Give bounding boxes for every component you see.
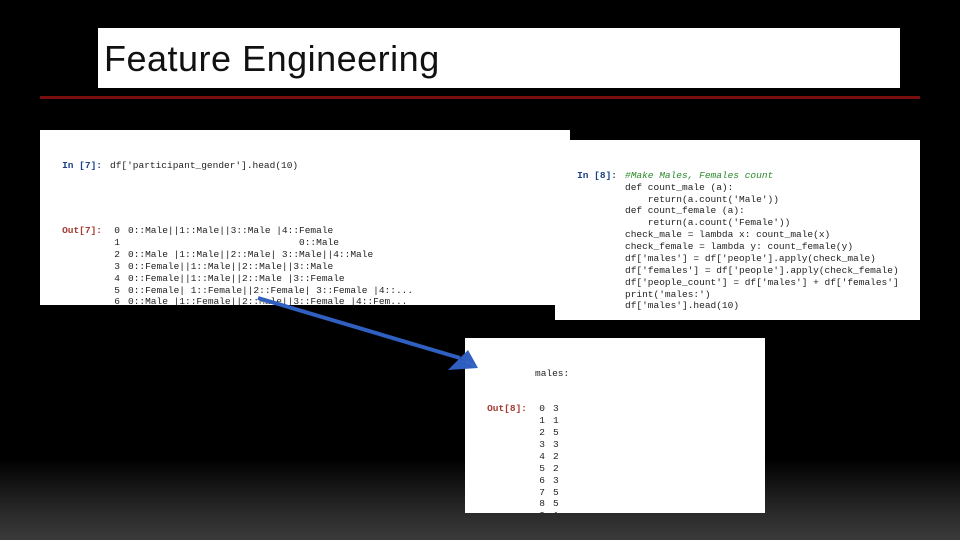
row-index: 7 (535, 487, 553, 499)
output-row: 40::Female||1::Male||2::Male |3::Female (48, 273, 562, 285)
in-prompt: In [7]: (48, 160, 110, 172)
code-line: return(a.count('Female')) (563, 217, 912, 229)
code-text: df['females'] = df['people'].apply(check… (625, 265, 912, 277)
output-row: 85 (473, 498, 757, 510)
row-value: 2 (553, 463, 757, 475)
row-value: 3 (553, 403, 757, 415)
print-line: males: (535, 368, 757, 380)
output-row: 75 (473, 487, 757, 499)
output-row: 25 (473, 427, 757, 439)
row-value: 0::Male |1::Female||2::Male||3::Female |… (128, 296, 562, 305)
output-row: 60::Male |1::Female||2::Male||3::Female … (48, 296, 562, 305)
output-row: Out[8]:03 (473, 403, 757, 415)
code-line: df['people_count'] = df['males'] + df['f… (563, 277, 912, 289)
notebook-cell-left: In [7]: df['participant_gender'].head(10… (40, 130, 570, 305)
notebook-cell-right-out: males: Out[8]:03112533425263758591 Name:… (465, 338, 765, 513)
row-value: 0::Female||1::Male||2::Male |3::Female (128, 273, 562, 285)
code-text: df['people_count'] = df['males'] + df['f… (625, 277, 912, 289)
output-row: 11 (473, 415, 757, 427)
output-row: 52 (473, 463, 757, 475)
in-prompt: In [8]: (563, 170, 625, 182)
row-index: 1 (535, 415, 553, 427)
row-value: 3 (553, 439, 757, 451)
code-line: def count_male (a): (563, 182, 912, 194)
code-text: def count_male (a): (625, 182, 912, 194)
output-row: 1 0::Male (48, 237, 562, 249)
code-line: check_female = lambda y: count_female(y) (563, 241, 912, 253)
notebook-cell-right-in: In [8]:#Make Males, Females countdef cou… (555, 140, 920, 320)
code-text: print('males:') (625, 289, 912, 301)
code-line: df['females'] = df['people'].apply(check… (563, 265, 912, 277)
row-value: 5 (553, 498, 757, 510)
code-text: df['males'].head(10) (625, 300, 912, 312)
output-row: 63 (473, 475, 757, 487)
code-line: df['males'] = df['people'].apply(check_m… (563, 253, 912, 265)
print-row: males: (473, 368, 757, 380)
row-index: 0 (110, 225, 128, 237)
row-index: 4 (110, 273, 128, 285)
code-text: return(a.count('Male')) (625, 194, 912, 206)
row-value: 0::Male||1::Male||3::Male |4::Female (128, 225, 562, 237)
row-index: 8 (535, 498, 553, 510)
code-text: df['males'] = df['people'].apply(check_m… (625, 253, 912, 265)
output-row: 33 (473, 439, 757, 451)
output-row: 30::Female||1::Male||2::Male||3::Male (48, 261, 562, 273)
code-text: check_male = lambda x: count_male(x) (625, 229, 912, 241)
slide: Feature Engineering In [7]: df['particip… (0, 0, 960, 540)
out-prompt: Out[8]: (473, 403, 535, 415)
row-value: 0::Female| 1::Female||2::Female| 3::Fema… (128, 285, 562, 297)
in-row: In [7]: df['participant_gender'].head(10… (48, 160, 562, 172)
title-underline (40, 96, 920, 99)
row-value: 5 (553, 487, 757, 499)
row-value: 2 (553, 451, 757, 463)
row-value: 3 (553, 475, 757, 487)
output-row: 91 (473, 510, 757, 513)
row-value: 1 (553, 415, 757, 427)
out-prompt: Out[7]: (48, 225, 110, 237)
row-index: 5 (110, 285, 128, 297)
output-row: 20::Male |1::Male||2::Male| 3::Male||4::… (48, 249, 562, 261)
row-index: 5 (535, 463, 553, 475)
row-index: 6 (110, 296, 128, 305)
title-area: Feature Engineering (98, 28, 900, 88)
row-index: 3 (110, 261, 128, 273)
slide-title: Feature Engineering (104, 38, 894, 80)
code-line: def count_female (a): (563, 205, 912, 217)
row-value: 0::Male |1::Male||2::Male| 3::Male||4::M… (128, 249, 562, 261)
row-value: 1 (553, 510, 757, 513)
row-index: 2 (110, 249, 128, 261)
in-code: df['participant_gender'].head(10) (110, 160, 562, 172)
code-line: check_male = lambda x: count_male(x) (563, 229, 912, 241)
row-value: 0::Male (128, 237, 562, 249)
row-value: 5 (553, 427, 757, 439)
code-text: #Make Males, Females count (625, 170, 912, 182)
output-row: Out[7]:00::Male||1::Male||3::Male |4::Fe… (48, 225, 562, 237)
row-index: 0 (535, 403, 553, 415)
output-row: 42 (473, 451, 757, 463)
row-index: 1 (110, 237, 128, 249)
code-text: return(a.count('Female')) (625, 217, 912, 229)
row-index: 4 (535, 451, 553, 463)
code-line: print('males:') (563, 289, 912, 301)
output-row: 50::Female| 1::Female||2::Female| 3::Fem… (48, 285, 562, 297)
row-index: 2 (535, 427, 553, 439)
row-index: 3 (535, 439, 553, 451)
code-line: return(a.count('Male')) (563, 194, 912, 206)
code-text: def count_female (a): (625, 205, 912, 217)
code-line: df['males'].head(10) (563, 300, 912, 312)
row-value: 0::Female||1::Male||2::Male||3::Male (128, 261, 562, 273)
code-text: check_female = lambda y: count_female(y) (625, 241, 912, 253)
row-index: 6 (535, 475, 553, 487)
code-line: In [8]:#Make Males, Females count (563, 170, 912, 182)
row-index: 9 (535, 510, 553, 513)
